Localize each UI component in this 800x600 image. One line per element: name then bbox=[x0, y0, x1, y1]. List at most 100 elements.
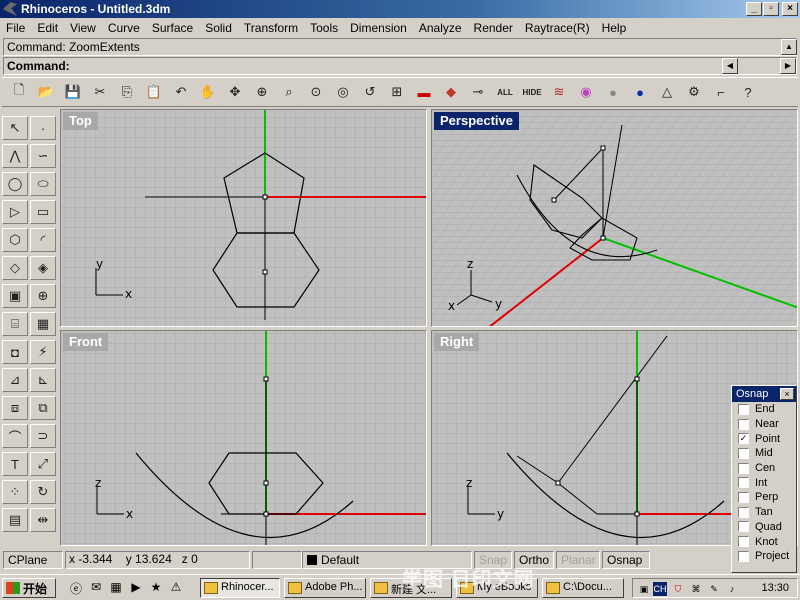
point-icon[interactable]: · bbox=[30, 116, 56, 140]
osnap-option-int[interactable]: Int bbox=[732, 475, 796, 490]
osnap-close-button[interactable]: × bbox=[780, 388, 794, 400]
dimension-icon[interactable]: ⌐ bbox=[708, 79, 734, 105]
split-icon[interactable]: ⊾ bbox=[30, 368, 56, 392]
menu-render[interactable]: Render bbox=[468, 21, 519, 35]
osnap-checkbox[interactable] bbox=[738, 447, 749, 459]
render-preview-icon[interactable]: ▤ bbox=[2, 508, 28, 532]
color-wheel-icon[interactable]: ◉ bbox=[573, 79, 599, 105]
car-icon[interactable]: ▬ bbox=[411, 79, 437, 105]
osnap-option-quad[interactable]: Quad bbox=[732, 520, 796, 535]
desktop-icon[interactable]: ▦ bbox=[108, 580, 124, 596]
snap-icon[interactable]: ⊸ bbox=[465, 79, 491, 105]
viewport-title-perspective[interactable]: Perspective bbox=[434, 112, 519, 130]
osnap-toggle[interactable]: Osnap bbox=[602, 551, 650, 569]
minimize-button[interactable]: _ bbox=[746, 2, 762, 16]
save-icon[interactable]: 💾 bbox=[60, 79, 86, 105]
rotate-view-icon[interactable]: ✥ bbox=[222, 79, 248, 105]
osnap-checkbox[interactable] bbox=[738, 521, 749, 533]
planar-toggle[interactable]: Planar bbox=[556, 551, 600, 569]
osnap-checkbox[interactable] bbox=[738, 477, 749, 489]
osnap-checkbox[interactable] bbox=[738, 403, 749, 415]
point-object[interactable] bbox=[634, 376, 640, 382]
scroll-right-button[interactable]: ▶ bbox=[780, 58, 796, 74]
cylinder-icon[interactable]: ⌸ bbox=[2, 312, 28, 336]
help-icon[interactable]: ? bbox=[735, 79, 761, 105]
rectangle-icon[interactable]: ▭ bbox=[30, 200, 56, 224]
osnap-checkbox[interactable] bbox=[738, 462, 749, 474]
rhino-app-icon[interactable] bbox=[3, 2, 17, 16]
surface-icon[interactable]: ◇ bbox=[2, 256, 28, 280]
dimension-tool-icon[interactable]: ⇹ bbox=[30, 508, 56, 532]
circle-icon[interactable]: ◯ bbox=[2, 172, 28, 196]
ellipse-icon[interactable]: ⬭ bbox=[30, 172, 56, 196]
osnap-checkbox[interactable] bbox=[738, 491, 749, 503]
four-viewports-icon[interactable]: ⊞ bbox=[384, 79, 410, 105]
osnap-checkbox[interactable] bbox=[738, 506, 749, 518]
fillet-icon[interactable]: ⌒ bbox=[2, 424, 28, 448]
scale-icon[interactable]: ⤢ bbox=[30, 452, 56, 476]
osnap-option-near[interactable]: Near bbox=[732, 417, 796, 432]
light-cone-icon[interactable]: △ bbox=[654, 79, 680, 105]
menu-surface[interactable]: Surface bbox=[146, 21, 199, 35]
viewport-title-front[interactable]: Front bbox=[63, 333, 109, 351]
network-tray-icon[interactable]: ⌘ bbox=[689, 582, 703, 596]
rotate-icon[interactable]: ↻ bbox=[30, 480, 56, 504]
loft-icon[interactable]: ◈ bbox=[30, 256, 56, 280]
free-curve-icon[interactable]: ▷ bbox=[2, 200, 28, 224]
osnap-checkbox[interactable] bbox=[738, 550, 749, 562]
input-method-tray-icon[interactable]: ✎ bbox=[707, 582, 721, 596]
layers-icon[interactable]: ≋ bbox=[546, 79, 572, 105]
internet-explorer-icon[interactable]: ⓔ bbox=[68, 580, 84, 596]
polyline-icon[interactable]: ⋀ bbox=[2, 144, 28, 168]
menu-raytrace[interactable]: Raytrace(R) bbox=[519, 21, 596, 35]
render-sphere-icon[interactable]: ● bbox=[627, 79, 653, 105]
viewport-title-right[interactable]: Right bbox=[434, 333, 480, 351]
curve-icon[interactable]: ∽ bbox=[30, 144, 56, 168]
point-object[interactable] bbox=[551, 197, 557, 203]
point-object[interactable] bbox=[262, 269, 268, 275]
menu-transform[interactable]: Transform bbox=[238, 21, 304, 35]
current-layer[interactable]: Default bbox=[302, 551, 472, 569]
point-object[interactable] bbox=[600, 235, 606, 241]
boolean-icon[interactable]: ⊕ bbox=[30, 284, 56, 308]
polygon-icon[interactable]: ⬡ bbox=[2, 228, 28, 252]
cplane-indicator[interactable]: CPlane bbox=[3, 551, 63, 569]
zoom-window-icon[interactable]: ⌕ bbox=[276, 79, 302, 105]
osnap-checkbox[interactable] bbox=[738, 536, 749, 548]
monitor-tray-icon[interactable]: ▣ bbox=[637, 582, 651, 596]
ortho-toggle[interactable]: Ortho bbox=[514, 551, 554, 569]
menu-analyze[interactable]: Analyze bbox=[413, 21, 468, 35]
task-photoshop[interactable]: Adobe Ph... bbox=[284, 578, 366, 598]
task-rhino[interactable]: Rhinocer... bbox=[200, 578, 280, 598]
osnap-option-point[interactable]: ✓ Point bbox=[732, 431, 796, 446]
array-icon[interactable]: ⁘ bbox=[2, 480, 28, 504]
snap-toggle[interactable]: Snap bbox=[474, 551, 512, 569]
point-object[interactable] bbox=[600, 145, 606, 151]
point-object[interactable] bbox=[262, 194, 268, 200]
osnap-option-tan[interactable]: Tan bbox=[732, 505, 796, 520]
pan-hand-icon[interactable]: ✋ bbox=[195, 79, 221, 105]
task-documents-folder[interactable]: C:\Docu... bbox=[542, 578, 624, 598]
osnap-option-mid[interactable]: Mid bbox=[732, 446, 796, 461]
osnap-option-project[interactable]: Project bbox=[732, 549, 796, 564]
new-file-icon[interactable]: 🗋 bbox=[6, 79, 32, 105]
select-arrow-icon[interactable]: ↖ bbox=[2, 116, 28, 140]
settings-gear-icon[interactable]: ⚙ bbox=[681, 79, 707, 105]
osnap-option-knot[interactable]: Knot bbox=[732, 534, 796, 549]
menu-curve[interactable]: Curve bbox=[102, 21, 146, 35]
cplane-icon[interactable]: ◆ bbox=[438, 79, 464, 105]
task-my-ebooks[interactable]: My eBooks bbox=[456, 578, 538, 598]
box-solid-icon[interactable]: ▣ bbox=[2, 284, 28, 308]
undo-icon[interactable]: ↶ bbox=[168, 79, 194, 105]
language-indicator[interactable]: CH bbox=[653, 582, 667, 596]
point-object[interactable] bbox=[263, 511, 269, 517]
scroll-left-button[interactable]: ◀ bbox=[722, 58, 738, 74]
text-tool-icon[interactable]: T bbox=[2, 452, 28, 476]
scroll-up-button[interactable]: ▲ bbox=[781, 39, 797, 55]
shield-tray-icon[interactable]: ⛉ bbox=[671, 582, 685, 596]
arc-icon[interactable]: ◜ bbox=[30, 228, 56, 252]
mesh-icon[interactable]: ▦ bbox=[30, 312, 56, 336]
undo-view-icon[interactable]: ↺ bbox=[357, 79, 383, 105]
outlook-icon[interactable]: ✉ bbox=[88, 580, 104, 596]
explode-icon[interactable]: ⚡ bbox=[30, 340, 56, 364]
